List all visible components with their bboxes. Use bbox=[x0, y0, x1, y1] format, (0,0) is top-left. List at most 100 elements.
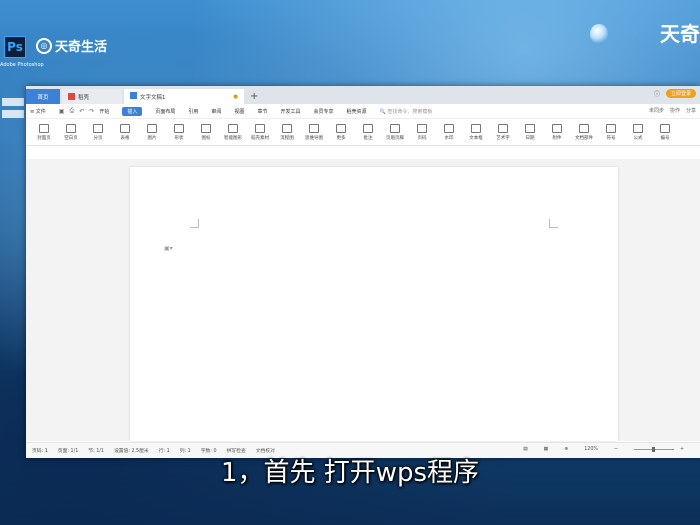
ribbon-button[interactable]: 页眉页脚 bbox=[383, 123, 407, 141]
ribbon-button-label: 页码 bbox=[417, 135, 427, 141]
redo-icon[interactable]: ↷ bbox=[89, 108, 94, 115]
water-drop-icon bbox=[590, 24, 608, 44]
tab-home[interactable]: 首页 bbox=[26, 89, 60, 104]
ribbon-button[interactable]: 思维导图 bbox=[302, 123, 326, 141]
menu-bar: ≡ 文件 ▣ ⎙ ↶ ↷ 开始 插入 页面布局 引用 审阅 视图 章节 开发工具… bbox=[26, 104, 700, 119]
ribbon-button[interactable]: 公式 bbox=[626, 123, 650, 141]
share-button[interactable]: 分享 bbox=[686, 107, 696, 114]
brand-text: 天奇 bbox=[660, 22, 700, 46]
ribbon-button-icon bbox=[498, 123, 508, 133]
menu-item[interactable]: 开发工具 bbox=[280, 108, 300, 115]
ribbon-button[interactable]: 文本框 bbox=[464, 123, 488, 141]
menu-item[interactable]: 审阅 bbox=[211, 108, 221, 115]
ribbon-button-icon bbox=[606, 123, 616, 133]
ribbon-button[interactable]: 表格 bbox=[113, 123, 137, 141]
menu-item-active[interactable]: 插入 bbox=[122, 106, 143, 116]
search-placeholder: 查找命令、搜索模板 bbox=[387, 108, 433, 115]
ribbon-toolbar: 封面页 空白页 分页 表格 图片 形状 图标 智能图形 稻壳素材 流程图 思维导图 更多 批注 页眉页脚 页… bbox=[26, 119, 700, 146]
ribbon-button[interactable]: 图片 bbox=[140, 123, 164, 141]
ribbon-button-label: 智能图形 bbox=[224, 135, 242, 141]
ribbon-button[interactable]: 艺术字 bbox=[491, 123, 515, 141]
ribbon-button-label: 符号 bbox=[606, 135, 616, 141]
document-page[interactable]: ▣▾ bbox=[130, 167, 618, 441]
ribbon-button-label: 编号 bbox=[660, 135, 670, 141]
ribbon-button-icon bbox=[309, 123, 319, 133]
ribbon-button-label: 分页 bbox=[93, 135, 103, 141]
desktop-side-items bbox=[2, 98, 24, 122]
ribbon-button-icon bbox=[336, 123, 346, 133]
ribbon-button[interactable]: 空白页 bbox=[59, 123, 83, 141]
menu-item[interactable]: 章节 bbox=[257, 108, 267, 115]
menu-item[interactable]: 开始 bbox=[99, 108, 109, 115]
ribbon-button-label: 图片 bbox=[147, 135, 157, 141]
ribbon-button-label: 文本框 bbox=[469, 135, 483, 141]
watermark-text: 天奇生活 bbox=[55, 40, 108, 55]
ribbon-button-label: 批注 bbox=[363, 135, 373, 141]
ribbon-button-icon bbox=[552, 123, 562, 133]
ribbon-button[interactable]: 页码 bbox=[410, 123, 434, 141]
ribbon-button-icon bbox=[255, 123, 265, 133]
margin-corner bbox=[190, 219, 199, 228]
docer-icon bbox=[68, 93, 75, 100]
ribbon-button[interactable]: 分页 bbox=[86, 123, 110, 141]
tab-label: 首页 bbox=[37, 94, 49, 101]
menu-item[interactable]: 视图 bbox=[234, 108, 244, 115]
add-tab-button[interactable]: + bbox=[250, 89, 258, 104]
video-subtitle: 1，首先 打开wps程序 bbox=[220, 458, 480, 488]
desktop-item[interactable] bbox=[2, 98, 24, 106]
print-icon[interactable]: ⎙ bbox=[69, 107, 74, 115]
ribbon-button-icon bbox=[417, 123, 427, 133]
menu-file[interactable]: ≡ 文件 bbox=[30, 108, 46, 115]
save-icon[interactable]: ▣ bbox=[59, 108, 65, 115]
photoshop-label: Adobe Photoshop bbox=[0, 62, 44, 68]
ribbon-button[interactable]: 形状 bbox=[167, 123, 191, 141]
ribbon-button[interactable]: 水印 bbox=[437, 123, 461, 141]
ribbon-button-icon bbox=[525, 123, 535, 133]
menu-item[interactable]: 会员专享 bbox=[313, 108, 333, 115]
ribbon-button-label: 封面页 bbox=[37, 135, 51, 141]
menu-item[interactable]: 稻壳资源 bbox=[346, 108, 366, 115]
ribbon-button-label: 页眉页脚 bbox=[386, 135, 404, 141]
sync-status[interactable]: 未同步 bbox=[649, 107, 664, 114]
ribbon-button[interactable]: 附件 bbox=[545, 123, 569, 141]
ribbon-button[interactable]: 稻壳素材 bbox=[248, 123, 272, 141]
ribbon-button-icon bbox=[471, 123, 481, 133]
ribbon-button-label: 思维导图 bbox=[305, 135, 323, 141]
ribbon-button[interactable]: 批注 bbox=[356, 123, 380, 141]
desktop-item[interactable] bbox=[2, 110, 24, 118]
document-icon bbox=[130, 92, 137, 99]
close-icon[interactable]: ● bbox=[233, 94, 238, 100]
ribbon-button-icon bbox=[363, 123, 373, 133]
ribbon-button[interactable]: 符号 bbox=[599, 123, 623, 141]
menu-file-label: 文件 bbox=[35, 108, 46, 115]
watermark-logo-icon: ◎ bbox=[36, 37, 52, 54]
menu-item[interactable]: 页面布局 bbox=[155, 108, 175, 115]
tab-docer[interactable]: 稻壳 bbox=[62, 89, 122, 104]
ribbon-button[interactable]: 文档部件 bbox=[572, 123, 596, 141]
ribbon-button[interactable]: 封面页 bbox=[32, 123, 56, 141]
ribbon-button-label: 更多 bbox=[336, 135, 346, 141]
ribbon-button[interactable]: 日期 bbox=[518, 123, 542, 141]
ribbon-button-icon bbox=[579, 123, 589, 133]
search-command[interactable]: 🔍 查找命令、搜索模板 bbox=[380, 108, 433, 115]
ribbon-button-icon bbox=[147, 123, 157, 133]
ribbon-button[interactable]: 图标 bbox=[194, 123, 218, 141]
ribbon-button[interactable]: 更多 bbox=[329, 123, 353, 141]
undo-icon[interactable]: ↶ bbox=[79, 108, 84, 115]
ribbon-button-icon bbox=[120, 123, 130, 133]
document-canvas: ▣▾ bbox=[26, 159, 700, 441]
ribbon-button-icon bbox=[201, 123, 211, 133]
ribbon-button-label: 稻壳素材 bbox=[251, 135, 269, 141]
tab-document[interactable]: 文字文稿1 ● bbox=[124, 89, 244, 104]
ribbon-button[interactable]: 编号 bbox=[653, 123, 677, 141]
info-icon[interactable]: ⓘ bbox=[654, 89, 660, 98]
ribbon-button[interactable]: 流程图 bbox=[275, 123, 299, 141]
ribbon-button[interactable]: 智能图形 bbox=[221, 123, 245, 141]
menu-item[interactable]: 引用 bbox=[188, 108, 198, 115]
login-button[interactable]: 立即登录 bbox=[665, 89, 696, 98]
ribbon-button-icon bbox=[282, 123, 292, 133]
collab-button[interactable]: 协作 bbox=[670, 107, 680, 114]
ribbon-button-icon bbox=[66, 123, 76, 133]
zoom-slider[interactable] bbox=[633, 447, 674, 452]
photoshop-icon[interactable]: Ps bbox=[4, 36, 26, 58]
